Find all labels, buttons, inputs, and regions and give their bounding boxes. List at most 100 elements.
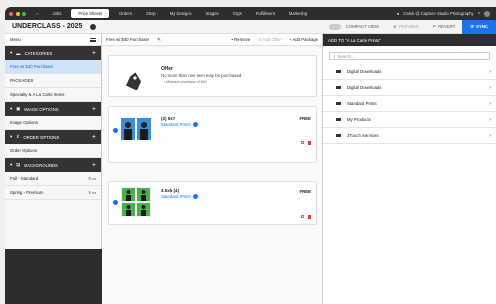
remove-label: Remove xyxy=(234,36,251,42)
help-icon[interactable]: ? xyxy=(478,11,480,16)
collapse-icon[interactable]: ▾ xyxy=(10,134,12,140)
sidebar-item-label: Image Options xyxy=(10,120,38,125)
folder-item[interactable]: Digital Downloads › xyxy=(323,80,496,96)
add-background-icon[interactable]: + xyxy=(92,162,96,169)
info-icon[interactable] xyxy=(192,122,198,127)
search-input[interactable]: ⌕ Search... xyxy=(329,52,490,60)
add-offer-label: Add Offer xyxy=(262,36,281,42)
folder-item[interactable]: 3Touch Services › xyxy=(323,128,496,144)
remove-button[interactable]: ▪ Remove xyxy=(231,37,250,43)
sidebar-item-order-options[interactable]: Order Options xyxy=(5,144,101,158)
sidebar-item-image-options[interactable]: Image Options xyxy=(5,116,101,130)
chevron-right-icon: › xyxy=(489,100,491,107)
product-category-link[interactable]: Standard Prints xyxy=(161,122,198,127)
sidebar-empty-area xyxy=(5,249,102,304)
project-title: UNDERCLASS - 2025 xyxy=(12,23,83,30)
collapse-icon[interactable]: ▾ xyxy=(10,106,12,112)
sync-label: SYNC xyxy=(476,24,488,29)
category-header: Free w/ $40 Purchase! ✎ ▪ Remove ⊘ Add O… xyxy=(102,34,322,46)
sidebar-item-free[interactable]: Free w/ $40 Purchase! xyxy=(5,60,101,74)
section-categories[interactable]: ▾ ▬ CATEGORIES + xyxy=(5,46,101,60)
nav-jobs[interactable]: Jobs xyxy=(46,7,69,20)
product-card-2[interactable]: 3.5x5 (4) Standard Prints FREE xyxy=(108,181,317,225)
collapse-icon[interactable]: ▾ xyxy=(10,162,12,168)
folder-label: 3Touch Services xyxy=(347,133,379,138)
add-category-icon[interactable]: + xyxy=(92,50,96,57)
section-backgrounds[interactable]: ▾ ▤ BACKGROUNDS + xyxy=(5,158,101,172)
folder-icon xyxy=(336,69,341,74)
offer-title: Offer xyxy=(161,66,173,72)
section-image-options[interactable]: ▾ ▣ IMAGE OPTIONS + xyxy=(5,102,101,116)
nav-fulfillment[interactable]: Fulfillment xyxy=(249,7,282,20)
section-title: BACKGROUNDS xyxy=(24,162,58,168)
nav-stages[interactable]: Stages xyxy=(199,7,226,20)
folder-item[interactable]: Digital Downloads › xyxy=(323,64,496,80)
drag-handle-icon[interactable] xyxy=(113,128,118,133)
maximize-dot[interactable] xyxy=(22,11,26,16)
price-tag-icon xyxy=(125,72,142,90)
nav-my-designs[interactable]: My Designs xyxy=(163,7,199,20)
drag-handle-icon[interactable] xyxy=(113,200,118,205)
sidebar-item-packages[interactable]: PACKAGES xyxy=(5,74,101,88)
product-card-1[interactable]: (2) 5x7 Standard Prints FREE xyxy=(108,106,317,163)
panel-header: ADD TO "A La Carte Prints" xyxy=(323,34,496,46)
section-order-options[interactable]: ▾ ⊻ ORDER OPTIONS + xyxy=(5,130,101,144)
category-title: Free w/ $40 Purchase! xyxy=(106,37,150,42)
category-actions: ▪ Remove ⊘ Add Offer + Add Package xyxy=(231,37,318,43)
menu-label: Menu xyxy=(10,37,21,42)
left-sidebar: Menu ▾ ▬ CATEGORIES + Free w/ $40 Purcha… xyxy=(5,34,102,304)
user-area: ● Caleb @ Capture Studio Photography ? xyxy=(397,10,496,17)
folder-item[interactable]: My Products › xyxy=(323,112,496,128)
minimize-dot[interactable] xyxy=(15,11,20,16)
copy-icon[interactable] xyxy=(301,215,304,218)
eye-icon: ◉ xyxy=(392,23,397,29)
sidebar-item-fall[interactable]: Fall - Standard 9 ▭ xyxy=(5,172,101,186)
offer-card[interactable]: Offer No more than one item may be purch… xyxy=(108,55,317,97)
gear-icon[interactable] xyxy=(90,23,97,30)
add-package-button[interactable]: + Add Package xyxy=(289,37,318,43)
sidebar-item-label: Order Options xyxy=(10,148,37,153)
nav-marketing[interactable]: Marketing xyxy=(282,7,314,20)
copy-icon[interactable] xyxy=(301,141,304,144)
revert-button[interactable]: ↶ REVERT xyxy=(425,20,462,34)
user-menu[interactable]: Caleb @ Capture Studio Photography xyxy=(403,11,473,16)
chevron-right-icon: › xyxy=(489,84,491,91)
search-icon: ⌕ xyxy=(333,53,336,59)
nav-orgs[interactable]: Orgs xyxy=(226,7,249,20)
avatar[interactable] xyxy=(484,10,490,17)
search-placeholder: Search... xyxy=(337,53,355,59)
sidebar-item-label: PACKAGES xyxy=(10,78,34,83)
background-count: 9 xyxy=(88,190,91,195)
cart-icon: ⊻ xyxy=(16,134,20,139)
add-order-option-icon[interactable]: + xyxy=(92,134,96,141)
collapse-icon[interactable]: ▾ xyxy=(10,50,12,56)
section-title: ORDER OPTIONS xyxy=(23,134,60,140)
info-icon[interactable] xyxy=(192,194,198,199)
folder-item[interactable]: Standard Prints › xyxy=(323,96,496,112)
section-title: CATEGORIES xyxy=(24,50,53,56)
close-dot[interactable] xyxy=(9,11,13,16)
sync-button[interactable]: ⟳ SYNC xyxy=(462,19,496,34)
undo-icon: ↶ xyxy=(432,23,437,29)
add-image-option-icon[interactable]: + xyxy=(92,106,96,113)
hamburger-icon[interactable] xyxy=(90,37,96,42)
project-titlebar: UNDERCLASS - 2025 COMPACT VIEW ◉ PREVIEW … xyxy=(5,19,496,34)
compact-view-label[interactable]: COMPACT VIEW xyxy=(346,20,386,34)
trash-icon[interactable] xyxy=(308,141,311,145)
home-icon[interactable]: ⌂ xyxy=(29,7,46,20)
nav-shop[interactable]: Shop xyxy=(139,7,163,20)
trash-icon[interactable] xyxy=(308,215,311,219)
folder-icon: ▬ xyxy=(16,50,21,56)
notification-icon[interactable]: ● xyxy=(397,11,400,16)
preview-button[interactable]: ◉ PREVIEW xyxy=(386,20,426,34)
sidebar-item-spring[interactable]: Spring - Premium 9 ▭ xyxy=(5,186,101,200)
add-offer-button[interactable]: ⊘ Add Offer xyxy=(258,37,281,43)
nav-price-sheets[interactable]: Price Sheets xyxy=(71,9,110,18)
edit-icon[interactable]: ✎ xyxy=(157,37,161,43)
image-count-icon: ▭ xyxy=(91,189,96,195)
chevron-right-icon: › xyxy=(489,68,491,75)
compact-view-toggle[interactable] xyxy=(328,23,341,30)
product-category-link[interactable]: Standard Prints xyxy=(161,194,198,199)
sidebar-item-specialty[interactable]: Specialty & A La Carte Items xyxy=(5,88,101,102)
nav-orders[interactable]: Orders xyxy=(112,7,139,20)
